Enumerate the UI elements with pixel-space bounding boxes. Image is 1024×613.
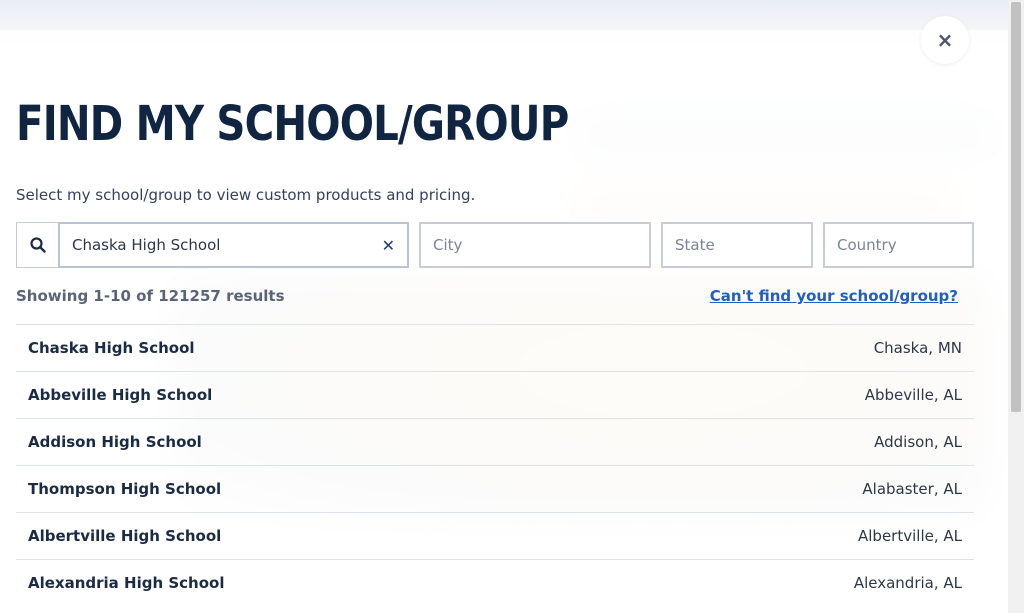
state-field[interactable] — [661, 222, 813, 268]
city-input[interactable] — [433, 236, 649, 254]
clear-search-icon[interactable]: ✕ — [382, 236, 395, 255]
school-name: Abbeville High School — [28, 386, 213, 404]
country-field[interactable] — [823, 222, 974, 268]
city-field[interactable] — [419, 222, 651, 268]
page-scrollbar[interactable] — [1008, 0, 1024, 613]
country-input[interactable] — [837, 236, 972, 254]
scrollbar-thumb[interactable] — [1011, 2, 1021, 412]
list-item[interactable]: Chaska High School Chaska, MN — [16, 324, 974, 371]
list-item[interactable]: Addison High School Addison, AL — [16, 418, 974, 465]
results-count: Showing 1-10 of 121257 results — [16, 287, 285, 305]
modal-subtitle: Select my school/group to view custom pr… — [16, 186, 476, 204]
school-name: Thompson High School — [28, 480, 222, 498]
school-location: Addison, AL — [874, 433, 962, 451]
school-name: Albertville High School — [28, 527, 222, 545]
school-location: Abbeville, AL — [864, 386, 962, 404]
school-name: Chaska High School — [28, 339, 195, 357]
list-item[interactable]: Albertville High School Albertville, AL — [16, 512, 974, 559]
find-school-modal: × FIND MY SCHOOL/GROUP Select my school/… — [0, 0, 1008, 613]
school-search-field[interactable]: ✕ — [58, 222, 409, 268]
results-list: Chaska High School Chaska, MN Abbeville … — [16, 324, 974, 606]
list-item[interactable]: Abbeville High School Abbeville, AL — [16, 371, 974, 418]
school-name: Addison High School — [28, 433, 202, 451]
close-button[interactable]: × — [921, 16, 969, 64]
school-location: Alexandria, AL — [853, 574, 962, 592]
school-name: Alexandria High School — [28, 574, 225, 592]
list-item[interactable]: Alexandria High School Alexandria, AL — [16, 559, 974, 606]
school-location: Alabaster, AL — [862, 480, 962, 498]
page-title: FIND MY SCHOOL/GROUP — [16, 96, 569, 152]
state-input[interactable] — [675, 236, 811, 254]
cant-find-school-link[interactable]: Can't find your school/group? — [710, 287, 958, 305]
search-icon-button[interactable] — [16, 222, 58, 268]
close-icon[interactable]: × — [937, 28, 954, 52]
school-location: Albertville, AL — [858, 527, 962, 545]
search-icon — [29, 237, 46, 253]
school-search-input[interactable] — [72, 236, 372, 254]
list-item[interactable]: Thompson High School Alabaster, AL — [16, 465, 974, 512]
school-location: Chaska, MN — [873, 339, 962, 357]
